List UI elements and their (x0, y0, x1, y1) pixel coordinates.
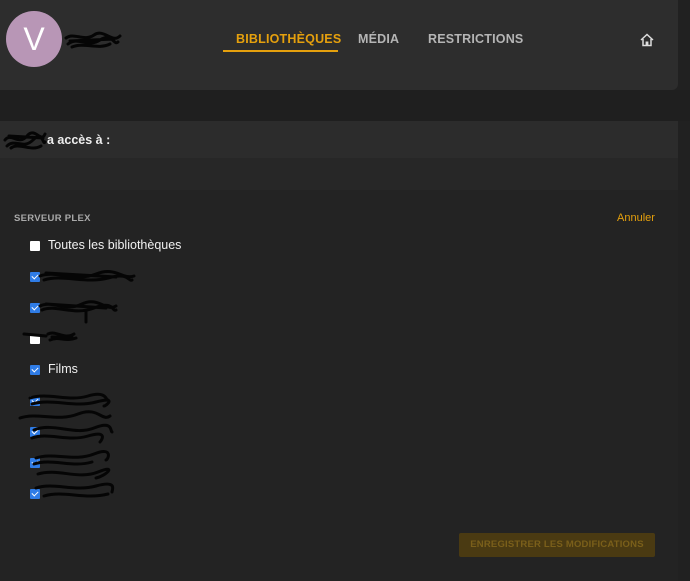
redacted-library-names (18, 392, 115, 498)
library-label: Films (48, 362, 78, 376)
cancel-link[interactable]: Annuler (617, 212, 655, 224)
tab-bibliotheques[interactable]: BIBLIOTHÈQUES (236, 32, 341, 46)
library-label: Toutes les bibliothèques (48, 238, 182, 252)
checkbox[interactable] (30, 365, 40, 375)
save-changes-button[interactable]: ENREGISTRER LES MODIFICATIONS (459, 533, 655, 557)
spacer-band (0, 90, 690, 121)
active-tab-underline (223, 50, 338, 52)
redacted-library-name (38, 270, 136, 282)
tab-restrictions[interactable]: RESTRICTIONS (428, 32, 523, 46)
access-label: a accès à : (47, 133, 111, 147)
redacted-library-name (22, 331, 78, 342)
tab-media[interactable]: MÉDIA (358, 32, 399, 46)
checkbox[interactable] (30, 241, 40, 251)
avatar[interactable]: V (6, 11, 62, 67)
redacted-username (64, 31, 122, 49)
server-title: SERVEUR PLEX (14, 213, 91, 224)
home-icon[interactable] (639, 32, 655, 48)
redacted-user-name (3, 131, 47, 150)
redacted-library-name (38, 300, 118, 324)
section-divider-band (0, 158, 678, 190)
header-bar: V BIBLIOTHÈQUES MÉDIA RESTRICTIONS (0, 0, 678, 90)
